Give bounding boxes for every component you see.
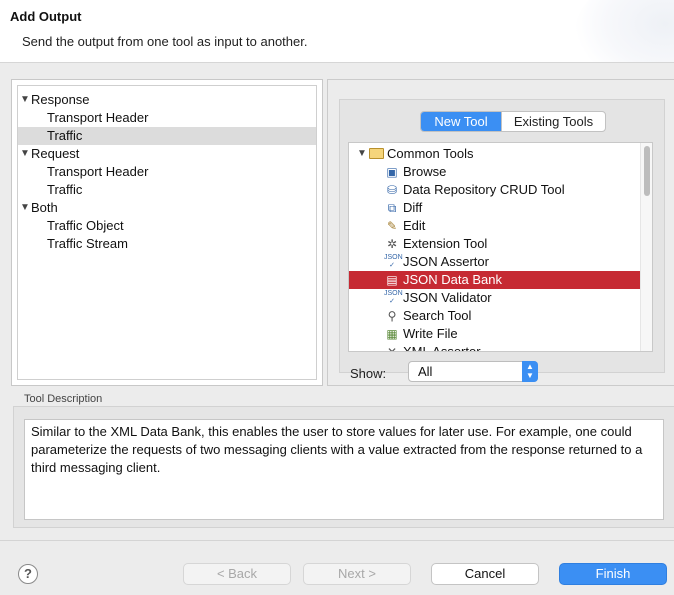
show-filter-value: All <box>418 364 433 379</box>
show-label: Show: <box>350 366 387 381</box>
footer-divider <box>0 540 674 541</box>
edit-icon: ✎ <box>386 219 398 233</box>
expand-arrow-icon[interactable]: ▼ <box>357 145 367 163</box>
back-button[interactable]: < Back <box>183 563 291 585</box>
tool-selection-group: New Tool Existing Tools ▼ Common Tools ▣… <box>339 99 665 382</box>
dialog-header: Add Output Send the output from one tool… <box>0 0 674 63</box>
search-icon: ⚲ <box>387 309 397 323</box>
tool-item-json-validator[interactable]: JSON ✓ JSON Validator <box>349 289 641 307</box>
json-validator-icon: JSON ✓ <box>384 290 403 305</box>
tool-item-diff[interactable]: ⧉ Diff <box>349 199 641 217</box>
tool-group-common-tools[interactable]: ▼ Common Tools <box>349 145 641 163</box>
tool-item-search-tool[interactable]: ⚲ Search Tool <box>349 307 641 325</box>
diff-icon: ⧉ <box>387 201 397 215</box>
tool-tab-switcher: New Tool Existing Tools <box>420 111 606 132</box>
scrollbar-thumb[interactable] <box>644 146 650 196</box>
extension-icon: ✲ <box>386 237 398 251</box>
next-button[interactable]: Next > <box>303 563 411 585</box>
tool-item-data-repository-crud[interactable]: ⛁ Data Repository CRUD Tool <box>349 181 641 199</box>
tool-selection-panel: New Tool Existing Tools ▼ Common Tools ▣… <box>327 79 674 386</box>
expand-arrow-icon[interactable]: ▼ <box>20 145 30 163</box>
tree-item-both[interactable]: ▼ Both <box>18 199 316 217</box>
dialog-subtitle: Send the output from one tool as input t… <box>22 34 308 49</box>
data-repository-icon: ⛁ <box>386 183 398 197</box>
cancel-button[interactable]: Cancel <box>431 563 539 585</box>
tool-description-text: Similar to the XML Data Bank, this enabl… <box>24 419 664 520</box>
dialog-title: Add Output <box>10 9 82 24</box>
select-arrows-icon[interactable]: ▲ ▼ <box>522 361 538 382</box>
tree-item-response-traffic[interactable]: Traffic <box>18 127 316 145</box>
tool-description-label: Tool Description <box>24 393 103 405</box>
json-assertor-icon: JSON ✓ <box>384 254 403 269</box>
tool-list[interactable]: ▼ Common Tools ▣ Browse ⛁ Data Repositor… <box>348 142 653 352</box>
folder-icon <box>369 148 384 159</box>
expand-arrow-icon[interactable]: ▼ <box>20 199 30 217</box>
output-tree[interactable]: ▼ Response Transport Header Traffic ▼ Re… <box>17 85 317 380</box>
tool-item-write-file[interactable]: ▦ Write File <box>349 325 641 343</box>
expand-arrow-icon[interactable]: ▼ <box>20 91 30 109</box>
help-icon[interactable]: ? <box>18 564 38 584</box>
tree-item-traffic-object[interactable]: Traffic Object <box>18 217 316 235</box>
tool-description-group: Similar to the XML Data Bank, this enabl… <box>13 406 674 528</box>
header-decoration <box>574 0 674 62</box>
tree-item-traffic-stream[interactable]: Traffic Stream <box>18 235 316 253</box>
xml-assertor-icon: ✕ <box>386 345 398 352</box>
tool-item-json-assertor[interactable]: JSON ✓ JSON Assertor <box>349 253 641 271</box>
tree-item-response[interactable]: ▼ Response <box>18 91 316 109</box>
tree-item-request[interactable]: ▼ Request <box>18 145 316 163</box>
show-filter-select[interactable]: All ▲ ▼ <box>408 361 538 382</box>
tab-new-tool[interactable]: New Tool <box>421 112 501 131</box>
tool-item-json-data-bank[interactable]: ▤ JSON Data Bank <box>349 271 641 289</box>
tree-item-response-transport-header[interactable]: Transport Header <box>18 109 316 127</box>
tool-item-browse[interactable]: ▣ Browse <box>349 163 641 181</box>
write-file-icon: ▦ <box>386 327 398 341</box>
tool-item-extension-tool[interactable]: ✲ Extension Tool <box>349 235 641 253</box>
output-source-panel: ▼ Response Transport Header Traffic ▼ Re… <box>11 79 323 386</box>
tree-item-request-traffic[interactable]: Traffic <box>18 181 316 199</box>
tab-existing-tools[interactable]: Existing Tools <box>501 112 605 131</box>
json-data-bank-icon: ▤ <box>386 273 398 287</box>
tree-item-request-transport-header[interactable]: Transport Header <box>18 163 316 181</box>
browse-icon: ▣ <box>386 165 398 179</box>
tool-item-xml-assertor[interactable]: ✕ XML Assertor <box>349 343 641 352</box>
finish-button[interactable]: Finish <box>559 563 667 585</box>
tool-item-edit[interactable]: ✎ Edit <box>349 217 641 235</box>
tool-list-scrollbar[interactable] <box>640 143 652 351</box>
